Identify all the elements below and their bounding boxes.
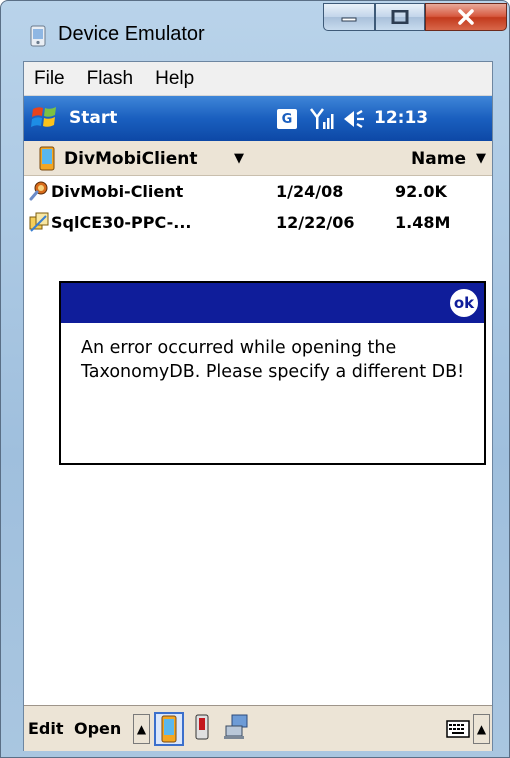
window-controls [323, 3, 507, 31]
window-title: Device Emulator [58, 23, 205, 45]
file-size: 92.0K [395, 182, 447, 201]
caret-up-icon[interactable]: ▲ [473, 714, 490, 744]
file-list: DivMobi-Client 1/24/08 92.0K SqlCE30-PPC… [24, 176, 492, 238]
open-softkey[interactable]: Open [74, 719, 121, 738]
network-computer-icon[interactable] [222, 712, 252, 746]
keyboard-icon[interactable] [446, 719, 470, 739]
storage-card-icon[interactable] [189, 712, 219, 746]
close-button[interactable] [425, 3, 507, 31]
file-date: 1/24/08 [276, 182, 344, 201]
pocket-pc-icon[interactable] [154, 712, 184, 746]
minimize-icon [324, 4, 374, 30]
windows-flag-icon[interactable] [30, 103, 60, 133]
device-taskbar: Start G 12:13 [24, 96, 492, 141]
chevron-down-icon[interactable]: ▼ [234, 151, 244, 166]
emulator-client-area: File Flash Help Start G 12:13 DivMobiCli… [23, 61, 493, 751]
minimize-button[interactable] [323, 3, 375, 31]
folder-dropdown[interactable]: DivMobiClient [64, 149, 198, 169]
gprs-badge: G [277, 109, 297, 129]
sort-dropdown[interactable]: Name [411, 149, 466, 169]
emulator-app-icon [28, 25, 48, 47]
file-size: 1.48M [395, 213, 451, 232]
maximize-icon [376, 4, 424, 30]
dialog-header: ok [61, 283, 484, 323]
start-button[interactable]: Start [69, 108, 117, 128]
menu-file[interactable]: File [32, 66, 67, 92]
caret-up-icon[interactable]: ▲ [133, 714, 150, 744]
bottom-menu-bar: Edit Open ▲ ▲ [24, 705, 492, 751]
signal-icon[interactable] [309, 106, 335, 132]
pocket-pc-icon [39, 146, 55, 171]
menu-bar: File Flash Help [24, 62, 492, 96]
app-icon [28, 180, 50, 202]
emulator-window: Device Emulator File Flash Help Start G … [0, 0, 510, 758]
ok-button[interactable]: ok [450, 289, 478, 317]
edit-softkey[interactable]: Edit [28, 719, 64, 738]
maximize-button[interactable] [375, 3, 425, 31]
folder-bar: DivMobiClient ▼ Name ▼ [24, 141, 492, 176]
list-item[interactable]: SqlCE30-PPC-... 12/22/06 1.48M [24, 207, 492, 238]
device-screen: Start G 12:13 DivMobiClient ▼ Name ▼ Div… [24, 96, 492, 751]
clock[interactable]: 12:13 [374, 108, 428, 128]
list-item[interactable]: DivMobi-Client 1/24/08 92.0K [24, 176, 492, 207]
file-name: SqlCE30-PPC-... [51, 213, 192, 232]
error-dialog: ok An error occurred while opening the T… [59, 281, 486, 465]
menu-help[interactable]: Help [153, 66, 196, 92]
file-date: 12/22/06 [276, 213, 355, 232]
file-name: DivMobi-Client [51, 182, 184, 201]
menu-flash[interactable]: Flash [85, 66, 135, 92]
title-bar[interactable]: Device Emulator [1, 1, 509, 61]
dialog-message: An error occurred while opening the Taxo… [81, 338, 465, 382]
volume-icon[interactable] [342, 107, 368, 131]
close-icon [426, 4, 506, 30]
installer-icon [28, 211, 50, 233]
chevron-down-icon[interactable]: ▼ [476, 151, 486, 166]
